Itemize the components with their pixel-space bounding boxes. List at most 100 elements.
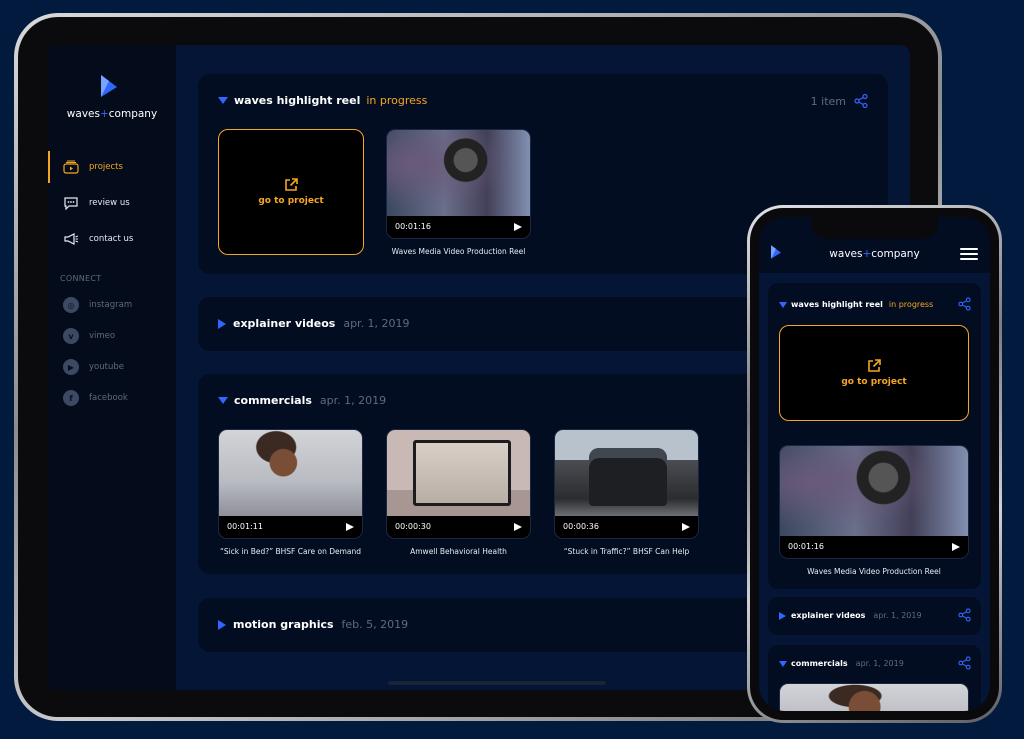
share-icon[interactable] [958, 297, 971, 311]
phone-device: waves+company waves highlight reel in pr… [747, 205, 1002, 723]
section-header[interactable]: explainer videos apr. 1, 2019 [218, 317, 410, 330]
youtube-icon: ▶ [63, 359, 79, 375]
video-thumbnail[interactable]: 00:00:36 [554, 429, 699, 539]
section-explainer-videos[interactable]: explainer videos apr. 1, 2019 [768, 597, 981, 635]
hamburger-menu-icon[interactable] [960, 248, 978, 263]
video-title: Waves Media Video Production Reel [391, 247, 526, 256]
expand-arrow-icon [218, 318, 226, 329]
video-thumbnail[interactable]: 00:01:16 [779, 445, 969, 559]
sidebar-item-projects[interactable]: projects [48, 151, 176, 183]
expand-arrow-icon [779, 611, 786, 620]
social-label: youtube [89, 362, 124, 372]
collapse-arrow-icon [779, 301, 787, 308]
social-label: instagram [89, 300, 133, 310]
item-count: 1 item [810, 95, 846, 108]
video-thumbnail[interactable]: 00:01:16 [386, 129, 531, 239]
sidebar: waves+company projects review us contact… [48, 45, 176, 690]
social-link-youtube[interactable]: ▶ youtube [63, 357, 173, 377]
section-title: explainer videos [791, 611, 866, 620]
video-controls: 00:01:16 [395, 222, 522, 231]
section-date: apr. 1, 2019 [319, 394, 387, 407]
status-badge: in progress [366, 94, 428, 107]
section-date: apr. 1, 2019 [855, 659, 904, 668]
section-header[interactable]: motion graphics feb. 5, 2019 [218, 618, 408, 631]
section-date: apr. 1, 2019 [343, 317, 410, 330]
facebook-icon: f [63, 390, 79, 406]
connect-heading: CONNECT [60, 274, 102, 283]
section-title: commercials [234, 394, 312, 407]
brand-logo-icon[interactable] [98, 73, 120, 99]
collapse-arrow-icon [218, 97, 228, 104]
video-card[interactable]: 00:00:30 Amwell Behavioral Health [386, 429, 531, 556]
section-title: waves highlight reel [234, 94, 361, 107]
go-to-project-label: go to project [841, 377, 907, 387]
external-link-icon [285, 178, 298, 191]
phone-bezel: waves+company waves highlight reel in pr… [750, 208, 999, 720]
sidebar-item-review-us[interactable]: review us [48, 187, 176, 219]
video-duration: 00:01:11 [227, 522, 263, 531]
social-label: facebook [89, 393, 128, 403]
video-duration: 00:01:16 [788, 542, 824, 551]
video-thumbnail[interactable]: 00:00:30 [386, 429, 531, 539]
video-controls: 00:00:30 [395, 522, 522, 531]
projects-icon [63, 160, 79, 174]
social-link-facebook[interactable]: f facebook [63, 388, 173, 408]
video-card[interactable]: 00:00:36 “Stuck in Traffic?” BHSF Can He… [554, 429, 699, 556]
external-link-icon [868, 359, 881, 372]
social-label: vimeo [89, 331, 116, 341]
section-highlight-reel: waves highlight reel in progress go to p… [768, 283, 981, 589]
video-controls: 00:01:11 [227, 522, 354, 531]
section-header[interactable]: explainer videos apr. 1, 2019 [779, 611, 922, 620]
collapse-arrow-icon [779, 660, 787, 667]
video-thumbnail[interactable] [779, 683, 969, 711]
status-badge: in progress [888, 300, 934, 309]
brand-name: waves+company [66, 108, 158, 120]
share-icon[interactable] [854, 94, 868, 108]
play-icon[interactable] [346, 522, 354, 531]
video-title: “Sick in Bed?” BHSF Care on Demand [219, 547, 362, 556]
video-controls: 00:00:36 [563, 522, 690, 531]
sidebar-item-contact-us[interactable]: contact us [48, 223, 176, 255]
section-header[interactable]: commercials apr. 1, 2019 [779, 659, 904, 668]
thumbnail-image [387, 130, 530, 216]
instagram-icon: ◎ [63, 297, 79, 313]
section-title: commercials [791, 659, 848, 668]
chat-icon [63, 196, 79, 210]
go-to-project-button[interactable]: go to project [779, 325, 969, 421]
section-header[interactable]: waves highlight reel in progress [218, 94, 427, 107]
play-icon[interactable] [514, 222, 522, 231]
play-icon[interactable] [952, 542, 960, 551]
sidebar-nav: projects review us contact us [48, 151, 176, 259]
section-title: motion graphics [233, 618, 334, 631]
social-link-instagram[interactable]: ◎ instagram [63, 295, 173, 315]
video-card[interactable]: 00:01:16 Waves Media Video Production Re… [386, 129, 531, 256]
play-icon[interactable] [514, 522, 522, 531]
go-to-project-label: go to project [258, 196, 324, 206]
megaphone-icon [63, 232, 79, 246]
home-indicator[interactable] [388, 681, 606, 685]
video-title: “Stuck in Traffic?” BHSF Can Help [563, 547, 690, 556]
go-to-project-button[interactable]: go to project [218, 129, 364, 255]
brand-name: waves+company [829, 248, 920, 260]
share-icon[interactable] [958, 608, 971, 622]
thumbnail-image [219, 430, 362, 516]
play-icon[interactable] [682, 522, 690, 531]
vimeo-icon: v [63, 328, 79, 344]
section-header[interactable]: commercials apr. 1, 2019 [218, 394, 386, 407]
sidebar-item-label: contact us [89, 234, 134, 244]
expand-arrow-icon [218, 619, 226, 630]
section-commercials: commercials apr. 1, 2019 [768, 645, 981, 711]
section-header[interactable]: waves highlight reel in progress [779, 300, 933, 309]
thumbnail-image [780, 446, 968, 536]
share-icon[interactable] [958, 656, 971, 670]
social-link-vimeo[interactable]: v vimeo [63, 326, 173, 346]
video-duration: 00:00:30 [395, 522, 431, 531]
section-title: waves highlight reel [791, 300, 883, 309]
video-card[interactable]: 00:01:16 Waves Media Video Production Re… [779, 445, 969, 576]
video-duration: 00:00:36 [563, 522, 599, 531]
section-title: explainer videos [233, 317, 336, 330]
video-card[interactable]: 00:01:11 “Sick in Bed?” BHSF Care on Dem… [218, 429, 363, 556]
video-title: Amwell Behavioral Health [410, 547, 507, 556]
phone-screen: waves+company waves highlight reel in pr… [759, 217, 990, 711]
video-thumbnail[interactable]: 00:01:11 [218, 429, 363, 539]
